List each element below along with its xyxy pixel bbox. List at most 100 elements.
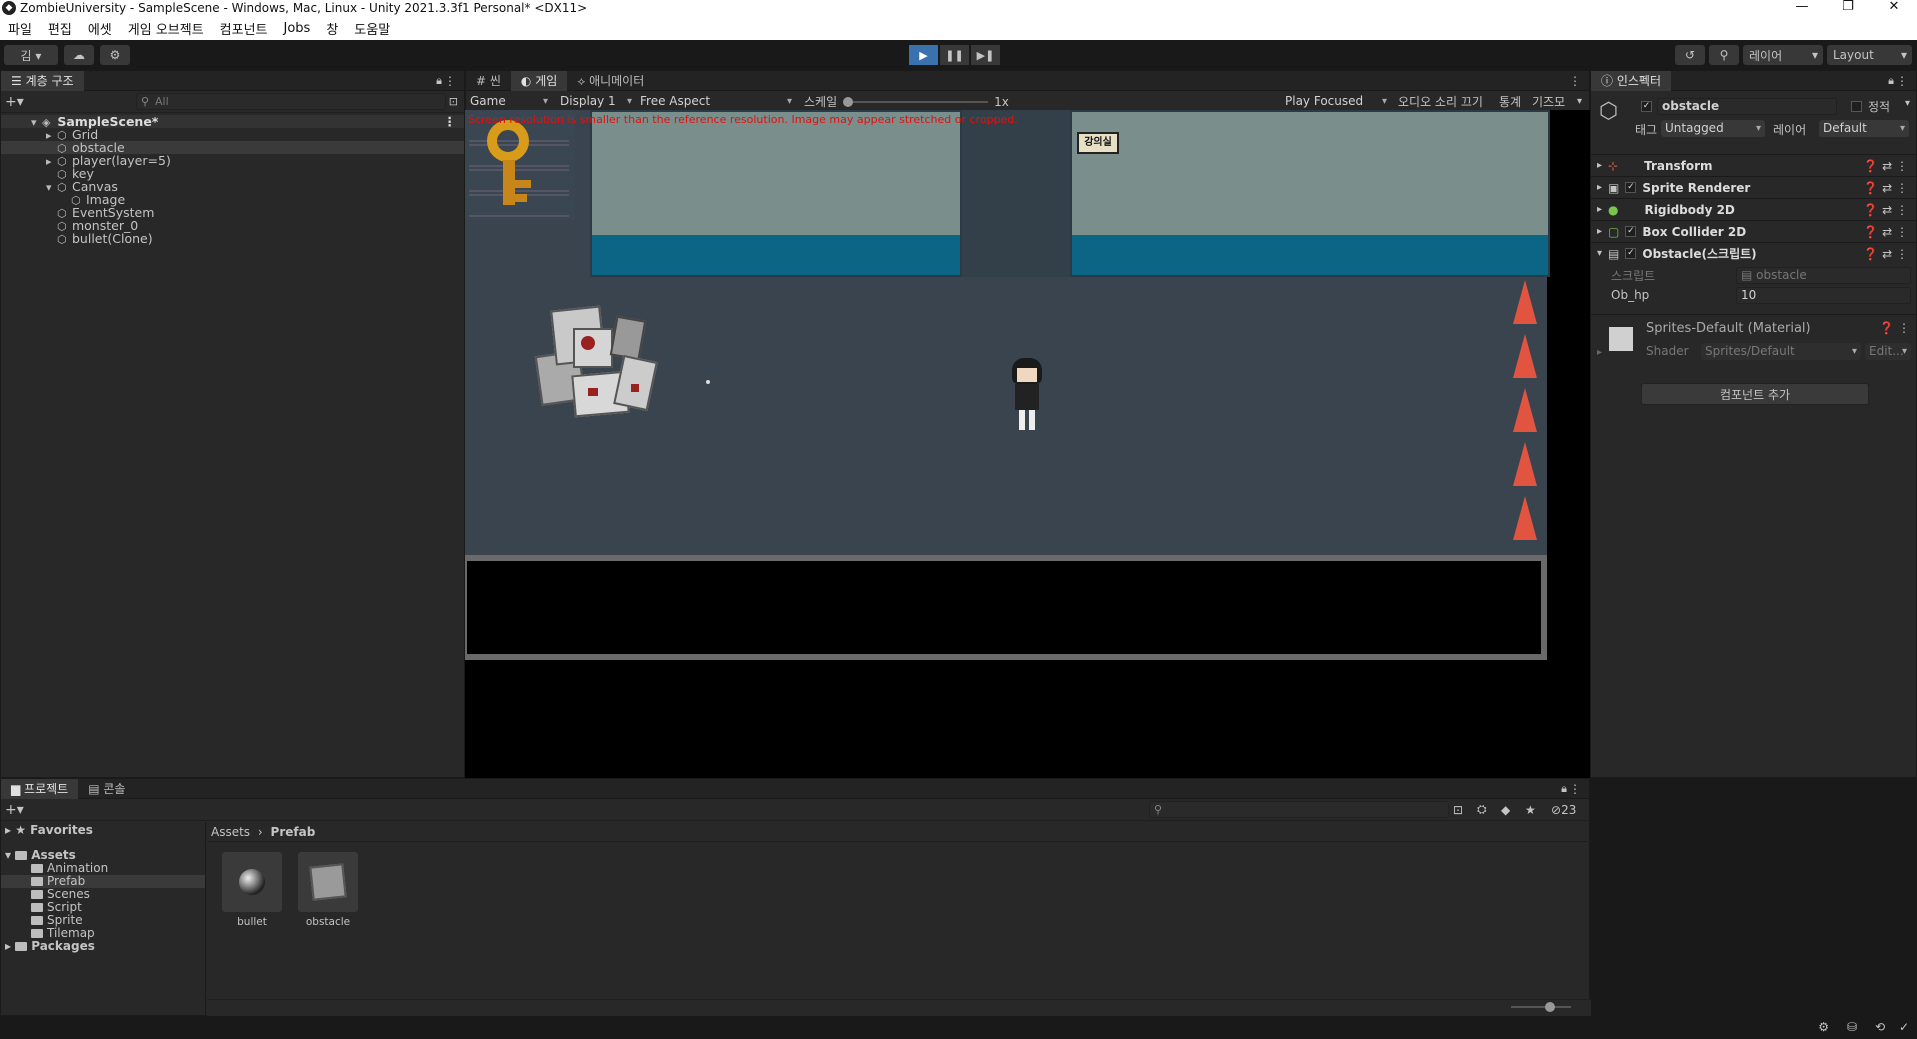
component-menu-icons[interactable]: ❓ ⇄ ⋮ <box>1863 159 1908 173</box>
slider-handle[interactable] <box>1545 1002 1555 1012</box>
menu-gameobject[interactable]: 게임 오브젝트 <box>120 19 212 38</box>
more-menu-icon[interactable]: ⋮ <box>1569 74 1581 88</box>
component-menu-icons[interactable]: ❓ ⇄ ⋮ <box>1863 225 1908 239</box>
enabled-checkbox[interactable]: ✓ <box>1625 248 1637 259</box>
add-component-button[interactable]: 컴포넌트 추가 <box>1641 383 1869 405</box>
lock-icon[interactable]: 🔒︎ <box>1888 74 1894 88</box>
minimize-button[interactable]: — <box>1779 0 1825 16</box>
more-menu-icon[interactable]: ⋮ <box>1898 321 1910 335</box>
search-icon[interactable]: ⚲ <box>1709 45 1739 65</box>
menu-component[interactable]: 컴포넌트 <box>212 19 276 38</box>
tab-hierarchy[interactable]: ☰ 계층 구조 <box>1 70 84 91</box>
component-menu-icons[interactable]: ❓ ⇄ ⋮ <box>1863 203 1908 217</box>
chevron-right-icon[interactable]: ▸ <box>1597 347 1602 358</box>
collab-icon[interactable]: ⚙ <box>100 45 130 65</box>
lock-icon[interactable]: 🔒︎ <box>436 74 442 88</box>
cloud-icon[interactable]: ☁ <box>64 45 94 65</box>
stats-toggle[interactable]: 통계 <box>1499 93 1521 110</box>
tag-icon[interactable]: ◆ <box>1501 803 1510 817</box>
component-obstacle-script[interactable]: ▾ ▤ ✓ Obstacle(스크립트) ❓ ⇄ ⋮ <box>1591 242 1916 264</box>
auto-generate-icon[interactable]: ⟲ <box>1875 1020 1885 1034</box>
hierarchy-search-input[interactable]: All <box>136 93 446 110</box>
hierarchy-item-canvas[interactable]: ▾ ⬡ Canvas <box>1 180 464 194</box>
tab-project[interactable]: ▆ 프로젝트 <box>1 778 79 799</box>
game-mode-dropdown[interactable]: Game <box>466 93 552 110</box>
edit-shader-button[interactable]: Edit... <box>1865 343 1911 360</box>
step-button[interactable]: ▶❚ <box>971 45 1000 65</box>
component-box-collider[interactable]: ▸ ▢ ✓ Box Collider 2D ❓ ⇄ ⋮ <box>1591 220 1916 242</box>
favorites-row[interactable]: ▸ ★ Favorites <box>1 824 205 837</box>
lock-icon[interactable]: 🔒︎ <box>1561 782 1567 796</box>
script-object-field[interactable]: ▤ obstacle <box>1736 266 1911 284</box>
favorite-star-icon[interactable]: ★ <box>1525 803 1536 817</box>
tab-animator[interactable]: ⟡ 애니메이터 <box>567 71 654 91</box>
maximize-button[interactable]: ❐ <box>1825 0 1871 16</box>
scene-visibility-icon[interactable]: ⊡ <box>449 95 458 108</box>
more-menu-icon[interactable]: ⋮ <box>444 74 456 88</box>
add-icon[interactable]: +▾ <box>5 802 24 818</box>
pause-button[interactable]: ❚❚ <box>940 45 969 65</box>
more-menu-icon[interactable]: ⋮ <box>1569 782 1581 796</box>
more-menu-icon[interactable]: ⋮ <box>444 115 457 128</box>
component-sprite-renderer[interactable]: ▸ ▣ ✓ Sprite Renderer ❓ ⇄ ⋮ <box>1591 176 1916 198</box>
game-render-area[interactable]: 강의실 Screen resolution is smaller than th… <box>465 110 1590 778</box>
folder-script[interactable]: Script <box>1 901 205 914</box>
more-menu-icon[interactable]: ⋮ <box>1896 74 1908 88</box>
scale-slider[interactable] <box>843 96 989 108</box>
asset-obstacle[interactable]: obstacle <box>298 852 358 928</box>
shader-dropdown[interactable]: Sprites/Default <box>1701 343 1861 360</box>
layer-dropdown[interactable]: Default <box>1819 120 1909 137</box>
search-by-label-icon[interactable]: ⛭ <box>1477 802 1487 817</box>
breadcrumb-assets[interactable]: Assets <box>211 825 250 839</box>
active-checkbox[interactable]: ✓ <box>1641 101 1652 112</box>
folder-animation[interactable]: Animation <box>1 862 205 875</box>
menu-assets[interactable]: 에셋 <box>80 19 120 38</box>
hidden-packages-icon[interactable]: ⊘23 <box>1551 803 1576 817</box>
layers-dropdown[interactable]: 레이어 ▾ <box>1743 45 1823 65</box>
menu-window[interactable]: 창 <box>318 19 346 38</box>
thumbnail-size-slider[interactable] <box>1511 1002 1571 1012</box>
hierarchy-item-bullet[interactable]: ⬡ bullet(Clone) <box>1 232 464 246</box>
folder-scenes[interactable]: Scenes <box>1 888 205 901</box>
check-icon[interactable]: ✓ <box>1899 1020 1909 1034</box>
tab-console[interactable]: ▤ 콘솔 <box>78 779 135 799</box>
close-button[interactable]: ✕ <box>1871 0 1917 16</box>
tag-dropdown[interactable]: Untagged <box>1661 120 1765 137</box>
menu-edit[interactable]: 편집 <box>40 19 80 38</box>
breadcrumb-prefab[interactable]: Prefab <box>271 825 316 839</box>
project-search-input[interactable] <box>1149 801 1449 818</box>
search-by-type-icon[interactable]: ⊡ <box>1453 803 1463 817</box>
ob-hp-input[interactable]: 10 <box>1736 286 1911 304</box>
component-rigidbody[interactable]: ▸ ● Rigidbody 2D ❓ ⇄ ⋮ <box>1591 198 1916 220</box>
object-name-field[interactable]: obstacle <box>1657 98 1837 115</box>
packages-row[interactable]: ▸ Packages <box>1 940 205 953</box>
aspect-dropdown[interactable]: Free Aspect <box>636 93 796 110</box>
mute-audio-toggle[interactable]: 오디오 소리 끄기 <box>1398 93 1483 110</box>
asset-bullet[interactable]: bullet <box>222 852 282 928</box>
tab-inspector[interactable]: ⓘ 인스펙터 <box>1591 70 1671 91</box>
debug-icon[interactable]: ⚙ <box>1818 1020 1829 1034</box>
static-checkbox[interactable] <box>1851 101 1862 112</box>
menu-jobs[interactable]: Jobs <box>276 21 319 36</box>
chevron-down-icon[interactable]: ▾ <box>1577 96 1582 107</box>
component-menu-icons[interactable]: ❓ ⇄ ⋮ <box>1863 247 1908 261</box>
play-button[interactable]: ▶ <box>909 45 938 65</box>
history-icon[interactable]: ↺ <box>1675 45 1705 65</box>
slider-handle[interactable] <box>843 96 854 107</box>
play-focused-dropdown[interactable]: Play Focused <box>1281 93 1391 110</box>
menu-help[interactable]: 도움말 <box>346 19 398 38</box>
display-dropdown[interactable]: Display 1 <box>556 93 636 110</box>
help-icon[interactable]: ❓ <box>1879 321 1894 335</box>
cache-icon[interactable]: ⛁ <box>1847 1020 1857 1034</box>
enabled-checkbox[interactable]: ✓ <box>1625 182 1637 193</box>
add-icon[interactable]: +▾ <box>5 94 24 110</box>
folder-sprite[interactable]: Sprite <box>1 914 205 927</box>
menu-file[interactable]: 파일 <box>0 19 40 38</box>
gizmos-toggle[interactable]: 기즈모 <box>1532 93 1565 110</box>
component-menu-icons[interactable]: ❓ ⇄ ⋮ <box>1863 181 1908 195</box>
enabled-checkbox[interactable]: ✓ <box>1625 226 1637 237</box>
tab-scene[interactable]: # 씬 <box>466 71 511 91</box>
layout-dropdown[interactable]: Layout ▾ <box>1827 45 1912 65</box>
chevron-down-icon[interactable]: ▾ <box>1905 98 1910 109</box>
account-dropdown[interactable]: 김 ▾ <box>4 45 58 65</box>
